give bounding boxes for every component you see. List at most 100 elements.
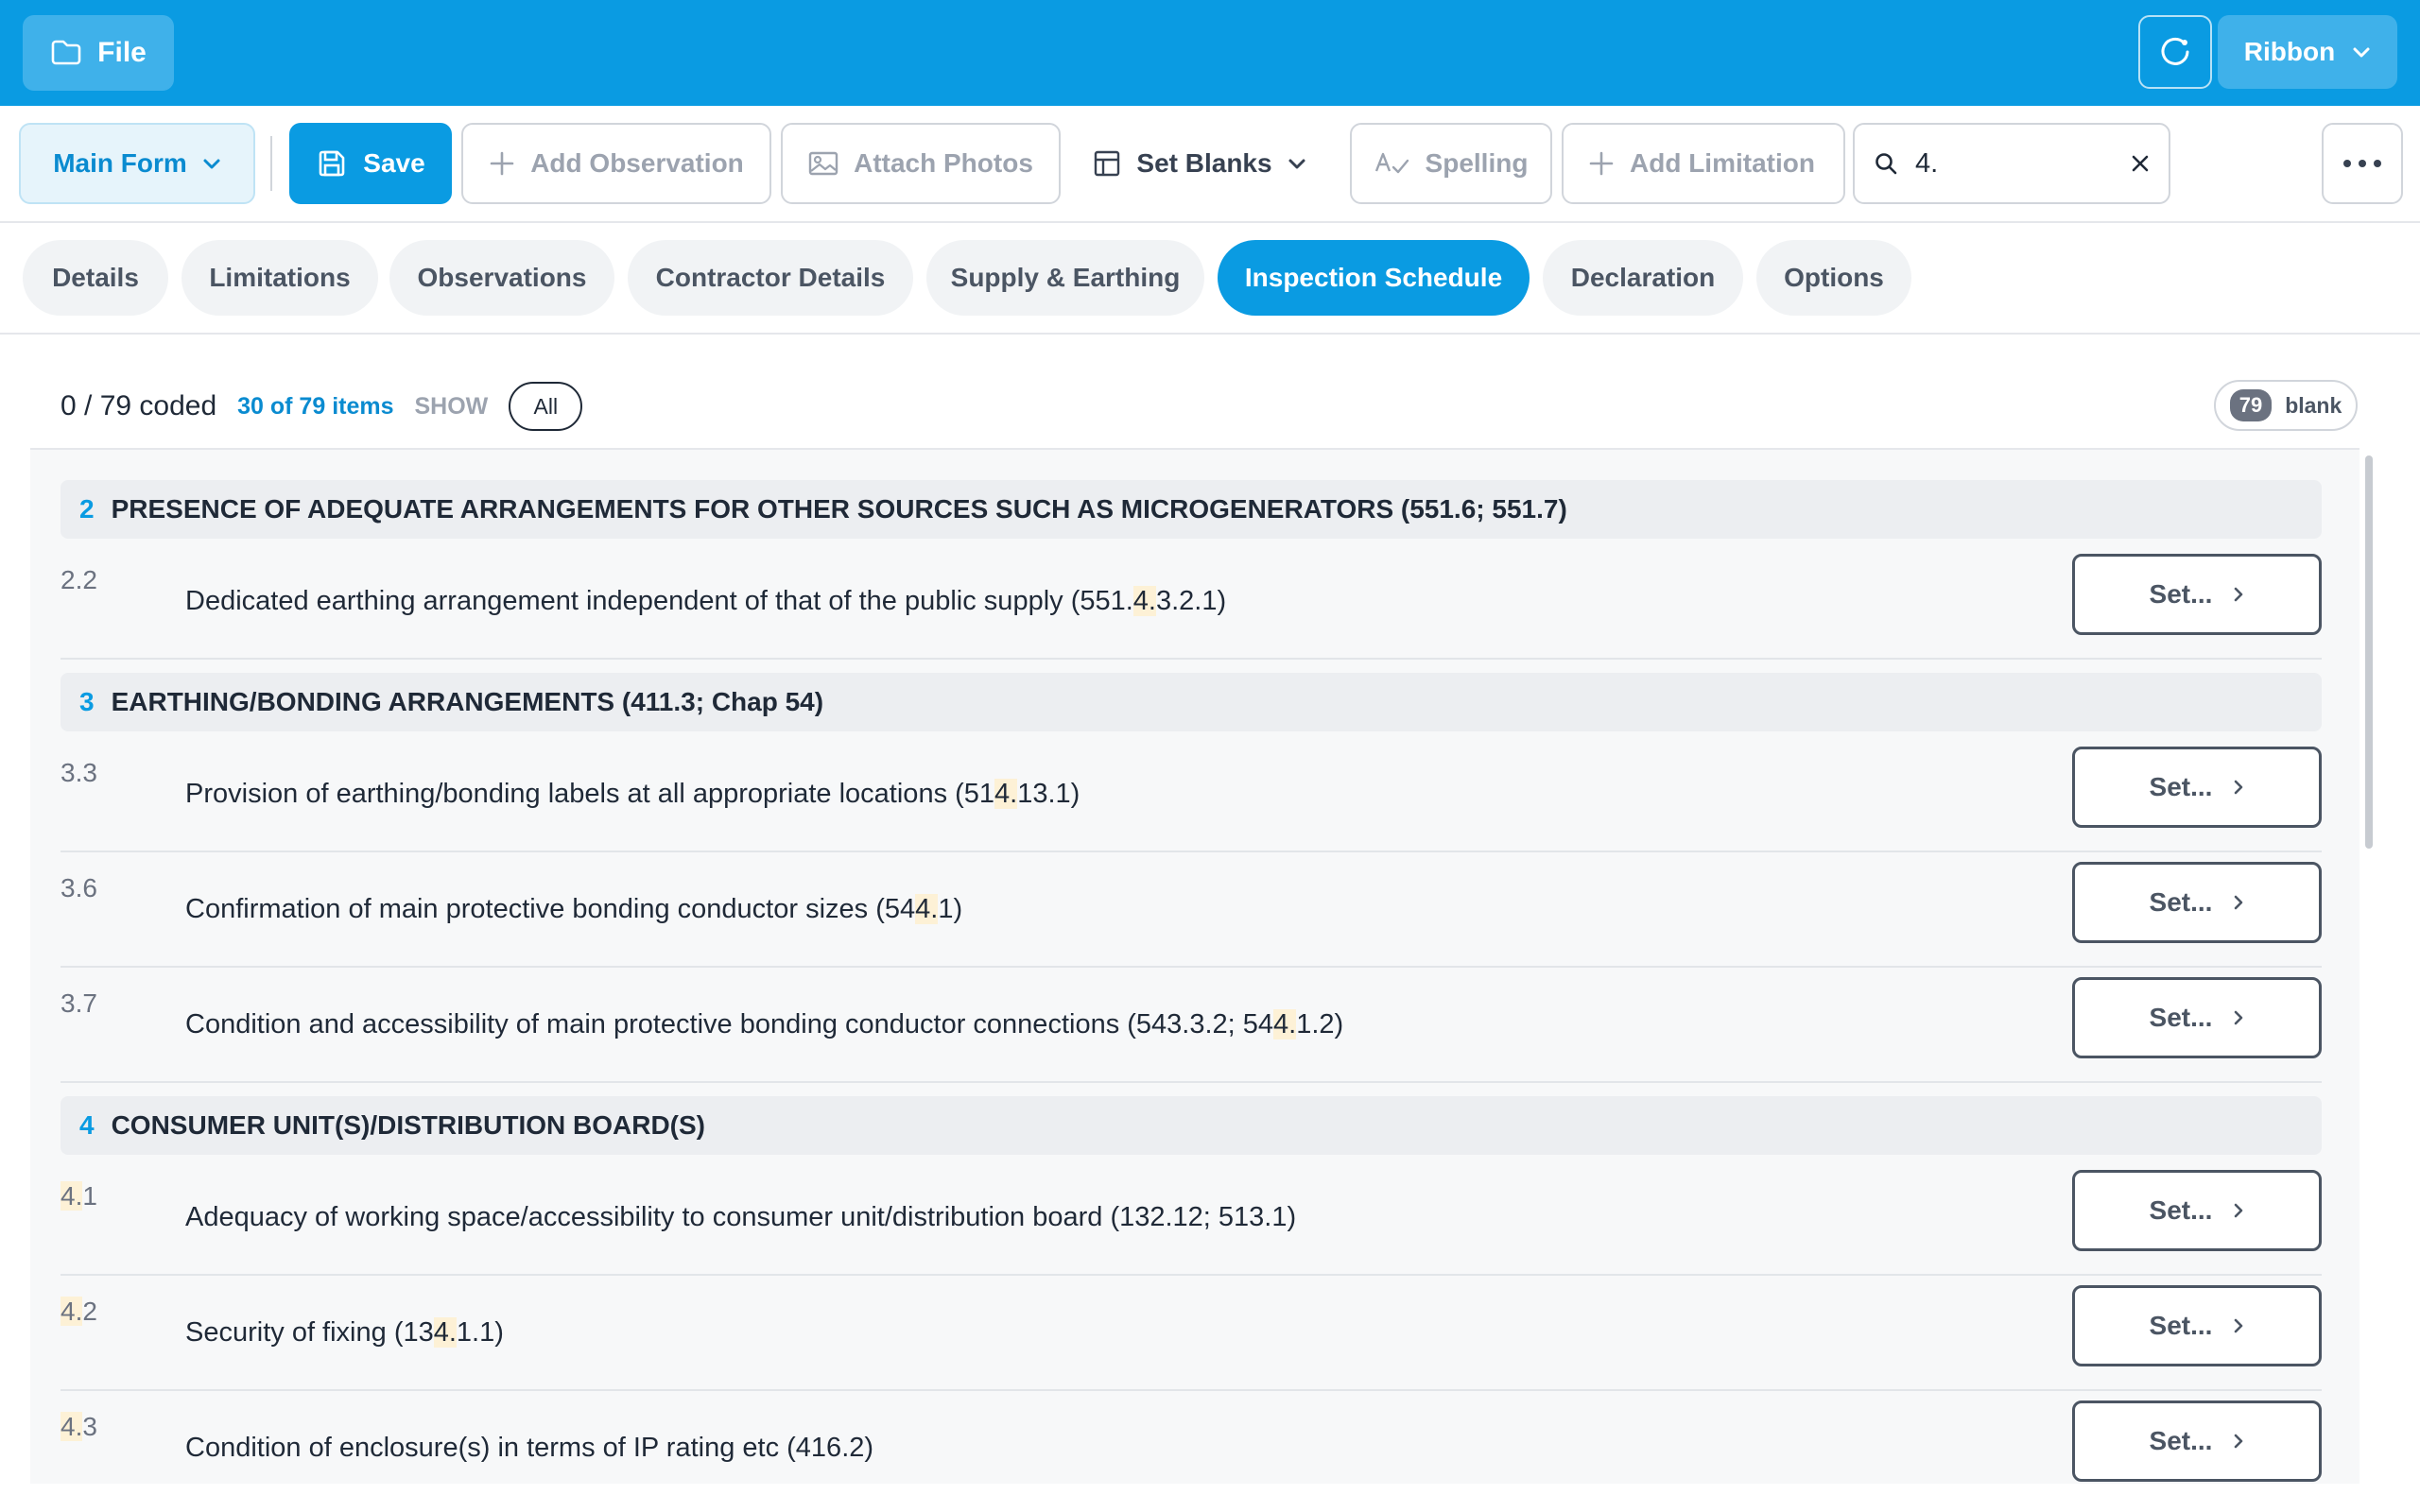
refresh-button[interactable] [2138,15,2212,89]
item-text: Condition of enclosure(s) in terms of IP… [185,1433,874,1463]
chevron-right-icon [2233,1317,2244,1334]
ribbon-toolbar: Main Form Save Add Observation Attach Ph… [0,106,2420,223]
item-number: 2.2 [60,565,97,594]
set-outcome-button[interactable]: Set... [2072,554,2322,635]
tab-details[interactable]: Details [23,240,168,316]
file-button[interactable]: File [23,15,174,91]
section-header: 3 EARTHING/BONDING ARRANGEMENTS (411.3; … [60,673,2322,731]
set-label: Set... [2149,1003,2213,1032]
attach-photos-button[interactable]: Attach Photos [781,123,1061,204]
save-icon [316,147,348,180]
set-outcome-button[interactable]: Set... [2072,1400,2322,1482]
set-label: Set... [2149,1195,2213,1225]
tab-options[interactable]: Options [1756,240,1911,316]
chevron-right-icon [2233,1433,2244,1450]
set-label: Set... [2149,1426,2213,1455]
blank-count-badge[interactable]: 79 blank [2214,380,2358,431]
item-text: Security of fixing (134.1.1) [185,1317,504,1348]
show-filter-all[interactable]: All [509,382,583,431]
set-outcome-button[interactable]: Set... [2072,1285,2322,1366]
schedule-summary: 0 / 79 coded 30 of 79 items SHOW All [60,378,583,435]
add-observation-button[interactable]: Add Observation [461,123,771,204]
item-number: 3.6 [60,873,97,902]
section-number: 3 [79,687,95,716]
plus-icon [489,150,515,177]
more-options-button[interactable] [2322,123,2403,204]
section-number: 4 [79,1110,95,1140]
schedule-item: 3.7 Condition and accessibility of main … [60,968,2322,1083]
chevron-down-icon [2352,45,2371,59]
search-input[interactable]: 4. [1915,148,1938,180]
item-text: Condition and accessibility of main prot… [185,1009,1344,1040]
chevron-right-icon [2233,894,2244,911]
set-outcome-button[interactable]: Set... [2072,747,2322,828]
item-text: Provision of earthing/bonding labels at … [185,779,1080,809]
add-limitation-label: Add Limitation [1630,148,1815,178]
item-number: 4.2 [60,1297,97,1326]
coded-count: 0 / 79 coded [60,390,217,421]
tab-supply-earthing[interactable]: Supply & Earthing [926,240,1204,316]
main-form-dropdown[interactable]: Main Form [19,123,255,204]
set-label: Set... [2149,887,2213,917]
file-label: File [97,37,147,68]
chevron-down-icon [1288,157,1306,170]
schedule-item: 4.3 Condition of enclosure(s) in terms o… [60,1391,2322,1484]
refresh-icon [2157,34,2193,70]
tab-inspection-schedule[interactable]: Inspection Schedule [1218,240,1530,316]
save-button[interactable]: Save [289,123,452,204]
set-outcome-button[interactable]: Set... [2072,977,2322,1058]
ellipsis-icon [2342,159,2383,168]
blank-count: 79 [2229,389,2273,421]
scrollbar-thumb[interactable] [2365,455,2373,849]
tab-limitations[interactable]: Limitations [182,240,378,316]
schedule-item: 2.2 Dedicated earthing arrangement indep… [60,544,2322,660]
attach-photos-label: Attach Photos [854,148,1033,178]
toolbar-divider [270,136,272,191]
set-outcome-button[interactable]: Set... [2072,1170,2322,1251]
set-blanks-dropdown[interactable]: Set Blanks [1072,123,1327,204]
form-tabs: Details Limitations Observations Contrac… [0,221,2420,335]
set-outcome-button[interactable]: Set... [2072,862,2322,943]
table-icon [1093,149,1121,178]
section-title: PRESENCE OF ADEQUATE ARRANGEMENTS FOR OT… [111,494,1567,524]
chevron-right-icon [2233,586,2244,603]
chevron-right-icon [2233,1009,2244,1026]
save-label: Save [363,148,425,178]
item-text: Adequacy of working space/accessibility … [185,1202,1297,1232]
main-form-label: Main Form [53,148,187,178]
schedule-item: 3.6 Confirmation of main protective bond… [60,852,2322,968]
search-icon [1874,151,1898,176]
schedule-item: 3.3 Provision of earthing/bonding labels… [60,737,2322,852]
show-label: SHOW [414,392,489,420]
clear-search-icon[interactable] [2131,154,2150,173]
item-text: Dedicated earthing arrangement independe… [185,586,1227,616]
chevron-down-icon [202,157,221,170]
item-text: Confirmation of main protective bonding … [185,894,963,924]
spelling-button[interactable]: Spelling [1350,123,1552,204]
section-number: 2 [79,494,95,524]
spell-check-icon [1374,150,1410,177]
tab-contractor-details[interactable]: Contractor Details [628,240,913,316]
set-blanks-label: Set Blanks [1136,148,1272,178]
section-title: EARTHING/BONDING ARRANGEMENTS (411.3; Ch… [111,687,824,716]
schedule-item: 4.2 Security of fixing (134.1.1) Set... [60,1276,2322,1391]
ribbon-toggle-button[interactable]: Ribbon [2218,15,2397,89]
chevron-right-icon [2233,1202,2244,1219]
add-limitation-button[interactable]: Add Limitation [1562,123,1845,204]
schedule-item: 4.1 Adequacy of working space/accessibil… [60,1160,2322,1276]
set-label: Set... [2149,579,2213,609]
search-field[interactable]: 4. [1853,123,2170,204]
app-top-bar: File Ribbon [0,0,2420,106]
set-label: Set... [2149,772,2213,801]
plus-icon [1588,150,1615,177]
ribbon-label: Ribbon [2243,37,2336,66]
item-number: 3.7 [60,988,97,1018]
section-header: 4 CONSUMER UNIT(S)/DISTRIBUTION BOARD(S) [60,1096,2322,1155]
item-number: 3.3 [60,758,97,787]
image-icon [808,150,838,177]
tab-declaration[interactable]: Declaration [1543,240,1743,316]
chevron-right-icon [2233,779,2244,796]
folder-icon [50,39,82,67]
tab-observations[interactable]: Observations [389,240,614,316]
blank-label: blank [2285,392,2342,418]
